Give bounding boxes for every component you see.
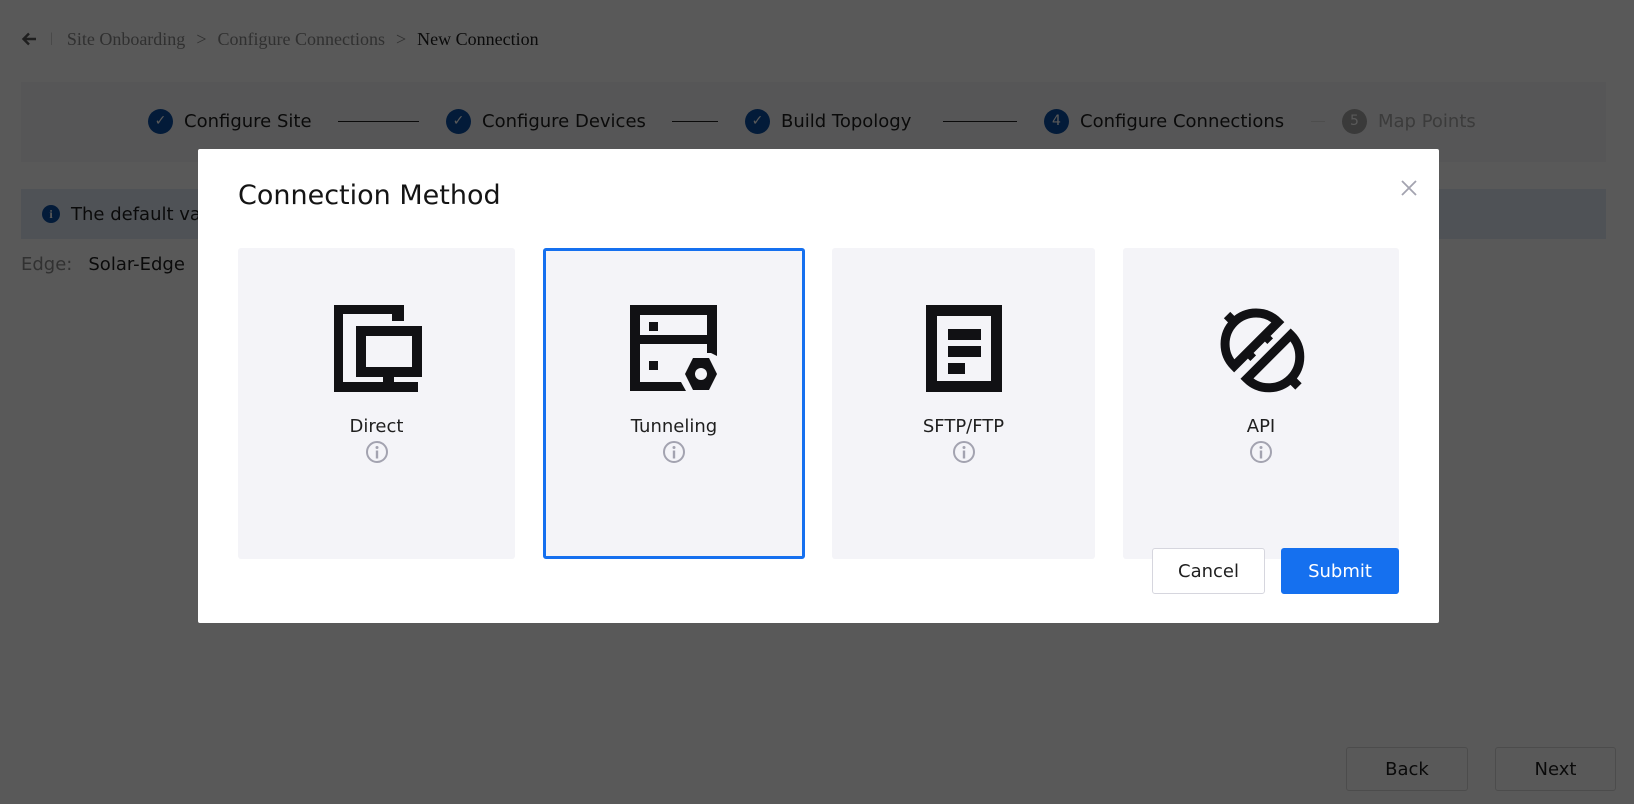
- submit-button[interactable]: Submit: [1281, 548, 1399, 594]
- connection-method-dialog: Connection Method Direct Tunneling SFTP/…: [198, 149, 1439, 623]
- option-tunneling[interactable]: Tunneling: [543, 248, 805, 559]
- dialog-title: Connection Method: [238, 180, 501, 211]
- info-circle-icon[interactable]: [662, 440, 686, 464]
- option-label: SFTP/FTP: [922, 416, 1005, 437]
- close-icon[interactable]: [1399, 178, 1419, 198]
- option-label: Direct: [349, 416, 404, 437]
- option-direct[interactable]: Direct: [238, 248, 515, 559]
- info-circle-icon[interactable]: [365, 440, 389, 464]
- option-sftp-ftp[interactable]: SFTP/FTP: [832, 248, 1095, 559]
- plug-icon: [1216, 304, 1306, 394]
- server-tunnel-icon: [629, 304, 719, 394]
- monitor-icon: [332, 304, 422, 394]
- info-circle-icon[interactable]: [1249, 440, 1273, 464]
- document-icon: [919, 304, 1009, 394]
- info-circle-icon[interactable]: [952, 440, 976, 464]
- cancel-button[interactable]: Cancel: [1152, 548, 1265, 594]
- option-label: Tunneling: [630, 416, 718, 437]
- option-api[interactable]: API: [1123, 248, 1399, 559]
- option-label: API: [1246, 416, 1276, 437]
